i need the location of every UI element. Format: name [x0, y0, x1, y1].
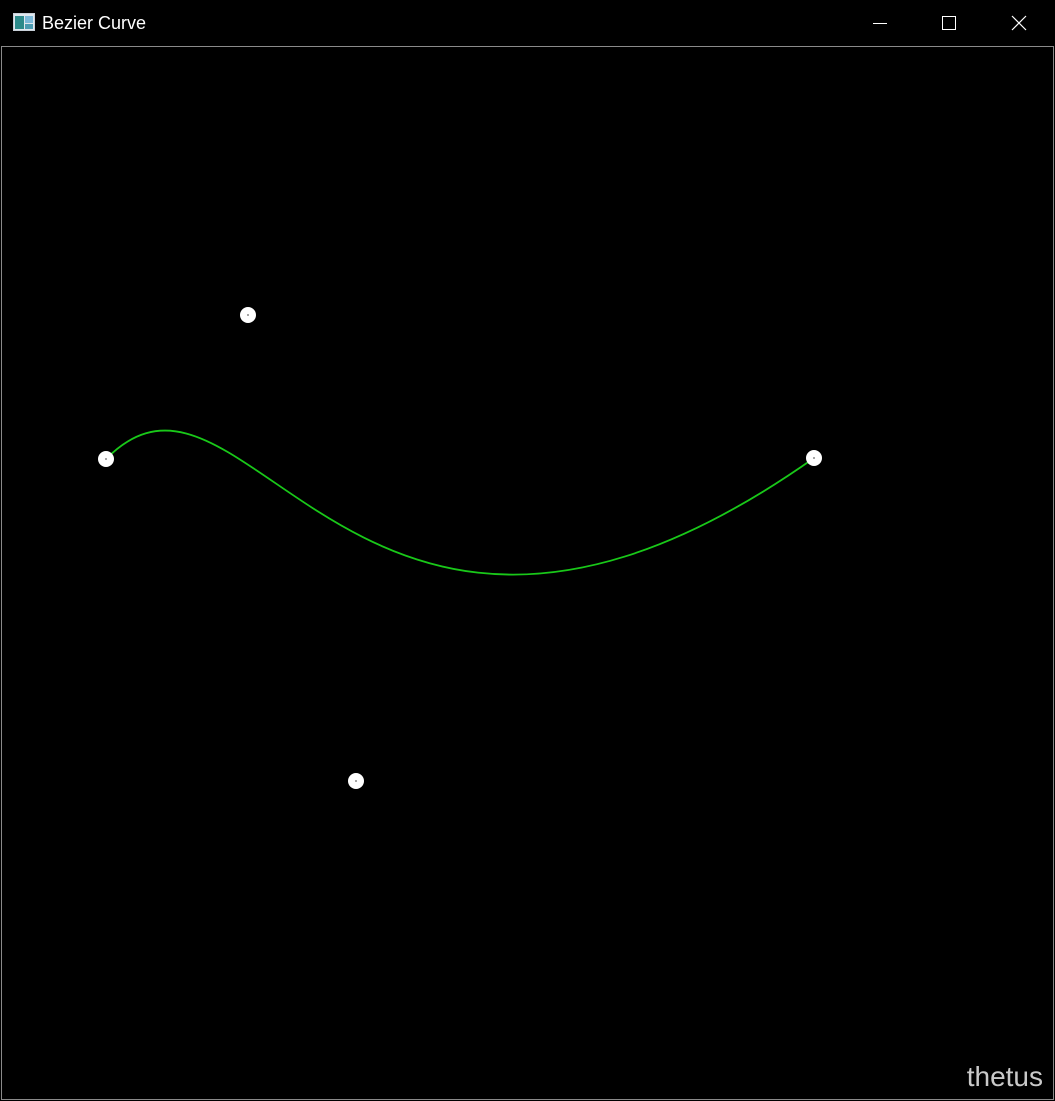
maximize-button[interactable] — [914, 0, 984, 46]
control-point-p3[interactable] — [806, 450, 822, 466]
control-point-p0[interactable] — [98, 451, 114, 467]
control-point-p1[interactable] — [240, 307, 256, 323]
title-bar[interactable]: Bezier Curve — [0, 0, 1055, 46]
maximize-icon — [942, 16, 956, 30]
close-icon — [1011, 15, 1027, 31]
canvas-svg — [98, 307, 822, 789]
app-icon — [13, 13, 35, 31]
minimize-icon — [873, 23, 887, 24]
close-button[interactable] — [984, 0, 1054, 46]
bezier-curve — [105, 429, 815, 576]
app-window: Bezier Curve thetus — [0, 0, 1055, 1101]
control-point-p2[interactable] — [348, 773, 364, 789]
watermark-text: thetus — [966, 1061, 1043, 1092]
window-title: Bezier Curve — [42, 13, 147, 33]
minimize-button[interactable] — [845, 0, 915, 46]
drawing-canvas[interactable]: thetus — [1, 46, 1054, 1100]
